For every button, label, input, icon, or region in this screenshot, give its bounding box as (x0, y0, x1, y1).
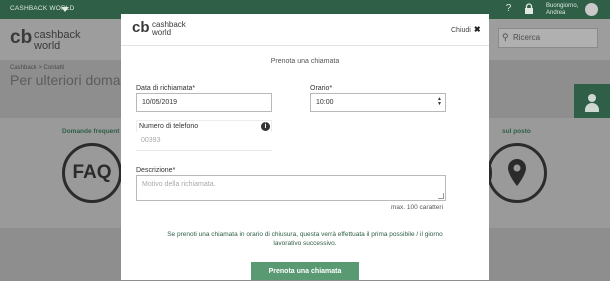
time-select[interactable]: 10:00 ▲ ▼ (310, 93, 446, 112)
phone-field[interactable]: 00393 (136, 132, 272, 151)
page-title: Per ulteriori domar (10, 72, 126, 88)
question-icon[interactable]: ? (503, 3, 514, 14)
modal-title: Prenota una chiamata (270, 58, 340, 65)
max-chars-hint: max. 100 caratteri (391, 204, 444, 211)
faq-label: Domande frequent (62, 128, 120, 135)
time-label: Orario* (310, 85, 333, 92)
phone-label: Numero di telefono (139, 123, 199, 130)
description-label: Descrizione* (136, 167, 176, 174)
select-arrows-icon: ▲ ▼ (437, 96, 442, 107)
closing-hours-note: Se prenoti una chiamata in orario di chi… (167, 231, 443, 247)
search-icon: ⚲ (502, 32, 509, 42)
chevron-down-icon[interactable] (61, 7, 69, 12)
date-label: Data di richiamata* (136, 85, 196, 92)
breadcrumb[interactable]: Cashback > Contatti (10, 65, 64, 71)
close-icon: ✖ (473, 25, 481, 34)
description-textarea[interactable]: Motivo della richiamata. (136, 175, 446, 201)
info-icon[interactable]: i (261, 122, 270, 131)
date-field[interactable]: 10/05/2019 (136, 93, 272, 112)
map-pin-icon (508, 159, 526, 186)
greeting: Buongiorno, Andrea (546, 3, 579, 16)
close-button[interactable]: Chiudi ✖ (451, 25, 481, 34)
modal-divider (121, 45, 489, 46)
callback-modal: cb cashback world Chiudi ✖ Prenota una ch… (121, 14, 489, 280)
resize-handle-icon[interactable] (438, 193, 444, 199)
on-site-label: sul posto (502, 128, 531, 135)
user-avatar[interactable] (585, 3, 598, 16)
search-input[interactable]: ⚲ Ricerca (498, 28, 598, 48)
person-icon (585, 94, 599, 112)
faq-button[interactable]: FAQ (62, 143, 122, 203)
lock-icon[interactable] (523, 3, 534, 14)
book-call-button[interactable]: Prenota una chiamata (251, 262, 359, 280)
contact-side-tab[interactable] (574, 84, 610, 122)
location-button[interactable] (487, 143, 547, 203)
